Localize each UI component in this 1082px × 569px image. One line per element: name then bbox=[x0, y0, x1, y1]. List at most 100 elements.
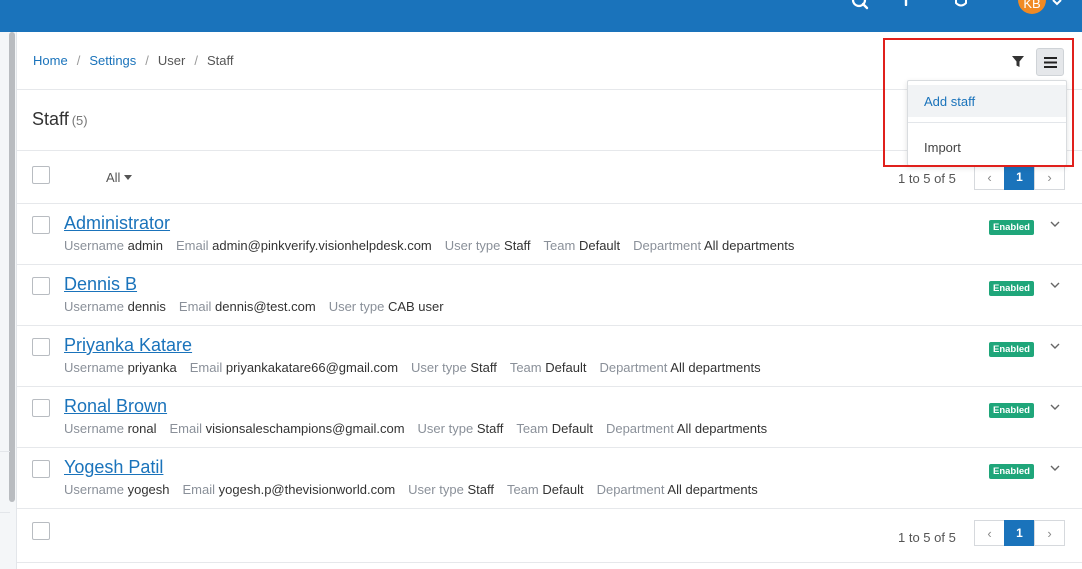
meta-label: Department bbox=[633, 238, 702, 253]
staff-row: Priyanka Katare Username priyanka Email p… bbox=[17, 326, 1082, 387]
staff-meta: Username dennis Email dennis@test.com User… bbox=[64, 299, 457, 314]
staff-name-link[interactable]: Dennis B bbox=[64, 274, 137, 295]
meta-label: User type bbox=[408, 482, 464, 497]
status-badge: Enabled bbox=[989, 403, 1034, 418]
page-1-button[interactable]: 1 bbox=[1004, 164, 1035, 190]
chevron-down-icon[interactable] bbox=[1049, 277, 1063, 291]
meta-label: Department bbox=[605, 421, 674, 436]
chevron-down-icon[interactable] bbox=[1049, 338, 1063, 352]
meta-value: admin@pinkverify.visionhelpdesk.com bbox=[212, 238, 432, 253]
avatar-initials: KB bbox=[1023, 0, 1041, 11]
meta-value: dennis bbox=[127, 299, 166, 314]
meta-label: Username bbox=[64, 238, 124, 253]
row-checkbox[interactable] bbox=[32, 216, 50, 234]
page-title: Staff (5) bbox=[32, 109, 88, 130]
caret-down-icon bbox=[124, 175, 133, 180]
user-avatar[interactable]: KB bbox=[1018, 0, 1046, 14]
meta-value: CAB user bbox=[387, 299, 444, 314]
chevron-down-icon[interactable] bbox=[1049, 216, 1063, 230]
meta-team: Team Default bbox=[516, 421, 593, 436]
staff-meta: Username priyanka Email priyankakatare66@… bbox=[64, 360, 774, 375]
highlight-box bbox=[883, 38, 1074, 167]
staff-row: Yogesh Patil Username yogesh Email yogesh… bbox=[17, 448, 1082, 509]
meta-label: Email bbox=[178, 299, 212, 314]
staff-name-link[interactable]: Ronal Brown bbox=[64, 396, 167, 417]
breadcrumb-settings[interactable]: Settings bbox=[89, 53, 136, 68]
row-checkbox[interactable] bbox=[32, 338, 50, 356]
bell-icon[interactable] bbox=[949, 0, 973, 12]
meta-department: Department All departments bbox=[599, 360, 760, 375]
main-panel: Home / Settings / User / Staff Staff (5) … bbox=[17, 32, 1082, 569]
row-checkbox[interactable] bbox=[32, 399, 50, 417]
meta-department: Department All departments bbox=[597, 482, 758, 497]
meta-label: Username bbox=[64, 421, 124, 436]
meta-username: Username yogesh bbox=[64, 482, 170, 497]
meta-label: User type bbox=[417, 421, 474, 436]
meta-department: Department All departments bbox=[633, 238, 794, 253]
chevron-down-icon[interactable] bbox=[1049, 460, 1063, 474]
staff-name-link[interactable]: Yogesh Patil bbox=[64, 457, 163, 478]
meta-label: Department bbox=[596, 482, 665, 497]
status-badge: Enabled bbox=[989, 464, 1034, 479]
meta-value: yogesh bbox=[127, 482, 170, 497]
chevron-down-icon[interactable] bbox=[1049, 399, 1063, 413]
meta-user-type: User type Staff bbox=[418, 421, 504, 436]
meta-label: Username bbox=[64, 482, 124, 497]
meta-label: Username bbox=[64, 360, 124, 375]
select-all-checkbox-bottom[interactable] bbox=[32, 522, 50, 540]
select-all-checkbox[interactable] bbox=[32, 166, 50, 184]
meta-value: ronal bbox=[127, 421, 157, 436]
meta-username: Username ronal bbox=[64, 421, 157, 436]
meta-user-type: User type Staff bbox=[445, 238, 531, 253]
meta-value: Staff bbox=[476, 421, 504, 436]
meta-value: Default bbox=[578, 238, 621, 253]
meta-value: All departments bbox=[670, 360, 761, 375]
next-page-button[interactable]: › bbox=[1034, 520, 1065, 546]
status-badge: Enabled bbox=[989, 220, 1034, 235]
staff-name-link[interactable]: Administrator bbox=[64, 213, 170, 234]
pagination: ‹ 1 › bbox=[974, 164, 1065, 190]
meta-label: Team bbox=[509, 360, 542, 375]
plus-icon[interactable] bbox=[894, 0, 918, 12]
meta-value: admin bbox=[127, 238, 164, 253]
chevron-down-icon[interactable] bbox=[1052, 0, 1062, 11]
search-icon[interactable] bbox=[848, 0, 872, 12]
meta-label: Team bbox=[516, 421, 549, 436]
meta-label: Email bbox=[169, 421, 203, 436]
breadcrumb: Home / Settings / User / Staff bbox=[33, 53, 234, 68]
prev-page-button[interactable]: ‹ bbox=[974, 164, 1005, 190]
meta-email: Email admin@pinkverify.visionhelpdesk.co… bbox=[176, 238, 432, 253]
scrollbar-thumb[interactable] bbox=[9, 32, 15, 502]
meta-value: yogesh.p@thevisionworld.com bbox=[218, 482, 396, 497]
meta-email: Email dennis@test.com bbox=[179, 299, 316, 314]
meta-label: Team bbox=[543, 238, 576, 253]
breadcrumb-separator: / bbox=[145, 53, 149, 68]
prev-page-button[interactable]: ‹ bbox=[974, 520, 1005, 546]
staff-meta: Username yogesh Email yogesh.p@thevisionw… bbox=[64, 482, 771, 497]
meta-label: Department bbox=[599, 360, 668, 375]
staff-meta: Username admin Email admin@pinkverify.vis… bbox=[64, 238, 807, 253]
staff-name-link[interactable]: Priyanka Katare bbox=[64, 335, 192, 356]
status-badge: Enabled bbox=[989, 342, 1034, 357]
meta-user-type: User type CAB user bbox=[329, 299, 444, 314]
meta-label: Email bbox=[176, 238, 209, 253]
next-page-button[interactable]: › bbox=[1034, 164, 1065, 190]
page-1-button[interactable]: 1 bbox=[1004, 520, 1035, 546]
row-checkbox[interactable] bbox=[32, 460, 50, 478]
breadcrumb-home[interactable]: Home bbox=[33, 53, 68, 68]
staff-row: Dennis B Username dennis Email dennis@tes… bbox=[17, 265, 1082, 326]
sidebar-divider bbox=[0, 451, 10, 452]
meta-label: User type bbox=[328, 299, 385, 314]
meta-username: Username admin bbox=[64, 238, 163, 253]
top-navbar: KB bbox=[0, 0, 1082, 32]
meta-username: Username dennis bbox=[64, 299, 166, 314]
meta-value: dennis@test.com bbox=[215, 299, 316, 314]
row-checkbox[interactable] bbox=[32, 277, 50, 295]
staff-meta: Username ronal Email visionsaleschampions… bbox=[64, 421, 780, 436]
status-filter-dropdown[interactable]: All bbox=[106, 170, 133, 185]
meta-value: All departments bbox=[676, 421, 768, 436]
meta-value: Staff bbox=[467, 482, 494, 497]
sidebar-divider bbox=[0, 512, 10, 513]
meta-value: All departments bbox=[704, 238, 795, 253]
page-title-text: Staff bbox=[32, 109, 69, 129]
